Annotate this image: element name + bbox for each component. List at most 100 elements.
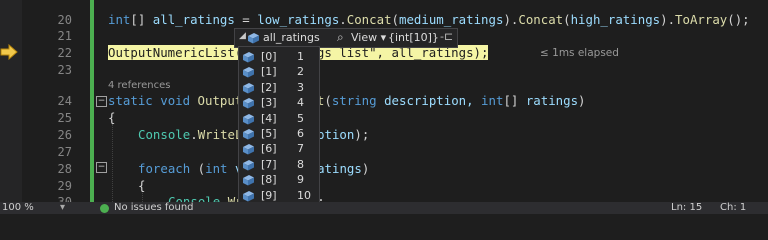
code-token: ToArray	[675, 12, 728, 27]
datatip-index: [9]	[261, 188, 277, 202]
datatip-items: [0] 1 [1] 2 [2] 3 [3] 4 [4] 5 [5] 6 [6] 7 [7] 8 [8] 9 [9] 1…	[238, 46, 320, 204]
line-number: 28	[57, 162, 72, 176]
codelens-references[interactable]: 4 references	[108, 80, 171, 91]
code-token: )	[361, 161, 370, 176]
code-token: int	[205, 161, 228, 176]
code-line-24[interactable]: static void OutputNumericList(string des…	[108, 93, 586, 109]
code-token: medium_ratings	[399, 12, 504, 27]
datatip-row[interactable]: [1] 2	[239, 64, 319, 79]
line-number: 27	[57, 145, 72, 159]
datatip-variable-name[interactable]: all_ratings	[263, 31, 320, 44]
line-number: 23	[57, 63, 72, 77]
change-tracking-bar	[90, 0, 94, 202]
datatip-value[interactable]: 2	[297, 65, 304, 78]
code-token: .	[339, 12, 347, 27]
zoom-level[interactable]: 100 %	[2, 202, 34, 214]
code-token: ).	[503, 12, 519, 27]
line-number: 22	[57, 46, 72, 60]
line-number: 20	[57, 13, 72, 27]
code-token: Concat	[518, 12, 564, 27]
code-token: static	[108, 93, 153, 108]
check-circle-icon	[100, 204, 109, 213]
datatip-value[interactable]: 1	[297, 50, 304, 63]
pin-icon[interactable]: -⊏	[440, 30, 453, 43]
cursor-column[interactable]: Ch: 1	[720, 202, 746, 214]
status-bar: 100 % ▾ No issues found Ln: 15 Ch: 1	[0, 202, 768, 214]
datatip-row[interactable]: [8] 9	[239, 172, 319, 187]
variable-cube-icon	[248, 33, 259, 44]
code-token: foreach	[138, 161, 191, 176]
code-token: (	[563, 12, 571, 27]
datatip-value[interactable]: 10	[297, 189, 311, 202]
datatip-index: [7]	[261, 157, 277, 171]
datatip-value[interactable]: 7	[297, 142, 304, 155]
collapse-toggle-icon[interactable]: −	[96, 162, 107, 173]
code-token: []	[503, 93, 526, 108]
datatip-value[interactable]: 3	[297, 81, 304, 94]
code-token: int	[481, 93, 504, 108]
perf-tip-elapsed[interactable]: ≤ 1ms elapsed	[540, 47, 619, 59]
datatip-value[interactable]: 5	[297, 112, 304, 125]
line-number: 25	[57, 111, 72, 125]
code-token: Console	[138, 127, 191, 142]
code-line-20[interactable]: int[] all_ratings = low_ratings.Concat(m…	[108, 12, 750, 28]
datatip-row[interactable]: [6] 7	[239, 141, 319, 156]
line-number: 26	[57, 128, 72, 142]
code-token: string	[331, 93, 377, 108]
code-token: void	[160, 93, 191, 108]
datatip-row[interactable]: [5] 6	[239, 126, 319, 141]
datatip-index: [6]	[261, 142, 277, 156]
issues-status[interactable]: No issues found	[114, 202, 194, 214]
line-number: 29	[57, 179, 72, 193]
datatip-header[interactable]: ◢ all_ratings ⌕ View ▾ {int[10]} -⊏	[234, 28, 458, 48]
code-token: (	[190, 161, 206, 176]
datatip-index: [2]	[261, 80, 277, 94]
code-token: (	[324, 93, 332, 108]
code-token: )	[578, 93, 586, 108]
line-number: 21	[57, 29, 72, 43]
code-token: ();	[727, 12, 750, 27]
code-token: low_ratings	[257, 12, 340, 27]
code-line-29[interactable]: {	[138, 178, 145, 194]
code-token: ratings	[525, 93, 579, 108]
collapse-toggle-icon[interactable]: −	[96, 96, 107, 107]
datatip-row[interactable]: [0] 1	[239, 49, 319, 64]
datatip-value[interactable]: 8	[297, 158, 304, 171]
code-token: =	[234, 12, 258, 27]
datatip-row[interactable]: [7] 8	[239, 157, 319, 172]
view-dropdown[interactable]: View ▾	[351, 31, 386, 44]
view-label: View	[351, 31, 378, 44]
code-token: );	[354, 127, 370, 142]
code-line-25[interactable]: {	[108, 110, 115, 126]
code-token: ).	[660, 12, 676, 27]
code-token: high_ratings	[570, 12, 661, 27]
datatip-index: [8]	[261, 173, 277, 187]
datatip-index: [0]	[261, 50, 277, 63]
code-token: all_ratings	[152, 12, 235, 27]
cursor-line[interactable]: Ln: 15	[671, 202, 702, 214]
datatip-index: [3]	[261, 96, 277, 110]
datatip-row[interactable]: [3] 4	[239, 95, 319, 110]
datatip-row[interactable]: [4] 5	[239, 111, 319, 126]
code-token: .	[190, 127, 198, 142]
datatip-value[interactable]: 6	[297, 127, 304, 140]
chevron-down-icon[interactable]: ▾	[60, 202, 65, 214]
code-token: []	[130, 12, 153, 27]
indent-guide	[112, 124, 113, 202]
chevron-down-icon: ▾	[380, 31, 387, 44]
datatip-type: {int[10]}	[388, 31, 439, 44]
code-token: description,	[376, 93, 482, 108]
expand-arrow-icon[interactable]: ◢	[239, 31, 246, 41]
current-statement-arrow-icon	[0, 44, 18, 60]
datatip-index: [5]	[261, 127, 277, 140]
line-number: 24	[57, 94, 72, 108]
datatip-row[interactable]: [2] 3	[239, 80, 319, 95]
code-token: Concat	[346, 12, 392, 27]
magnifier-icon[interactable]: ⌕	[337, 30, 344, 45]
datatip-row[interactable]: [9] 10	[239, 188, 319, 203]
editor-margin[interactable]	[0, 0, 22, 202]
datatip-value[interactable]: 9	[297, 173, 304, 186]
datatip-index: [4]	[261, 111, 277, 125]
code-token: (	[391, 12, 399, 27]
datatip-value[interactable]: 4	[297, 96, 304, 109]
